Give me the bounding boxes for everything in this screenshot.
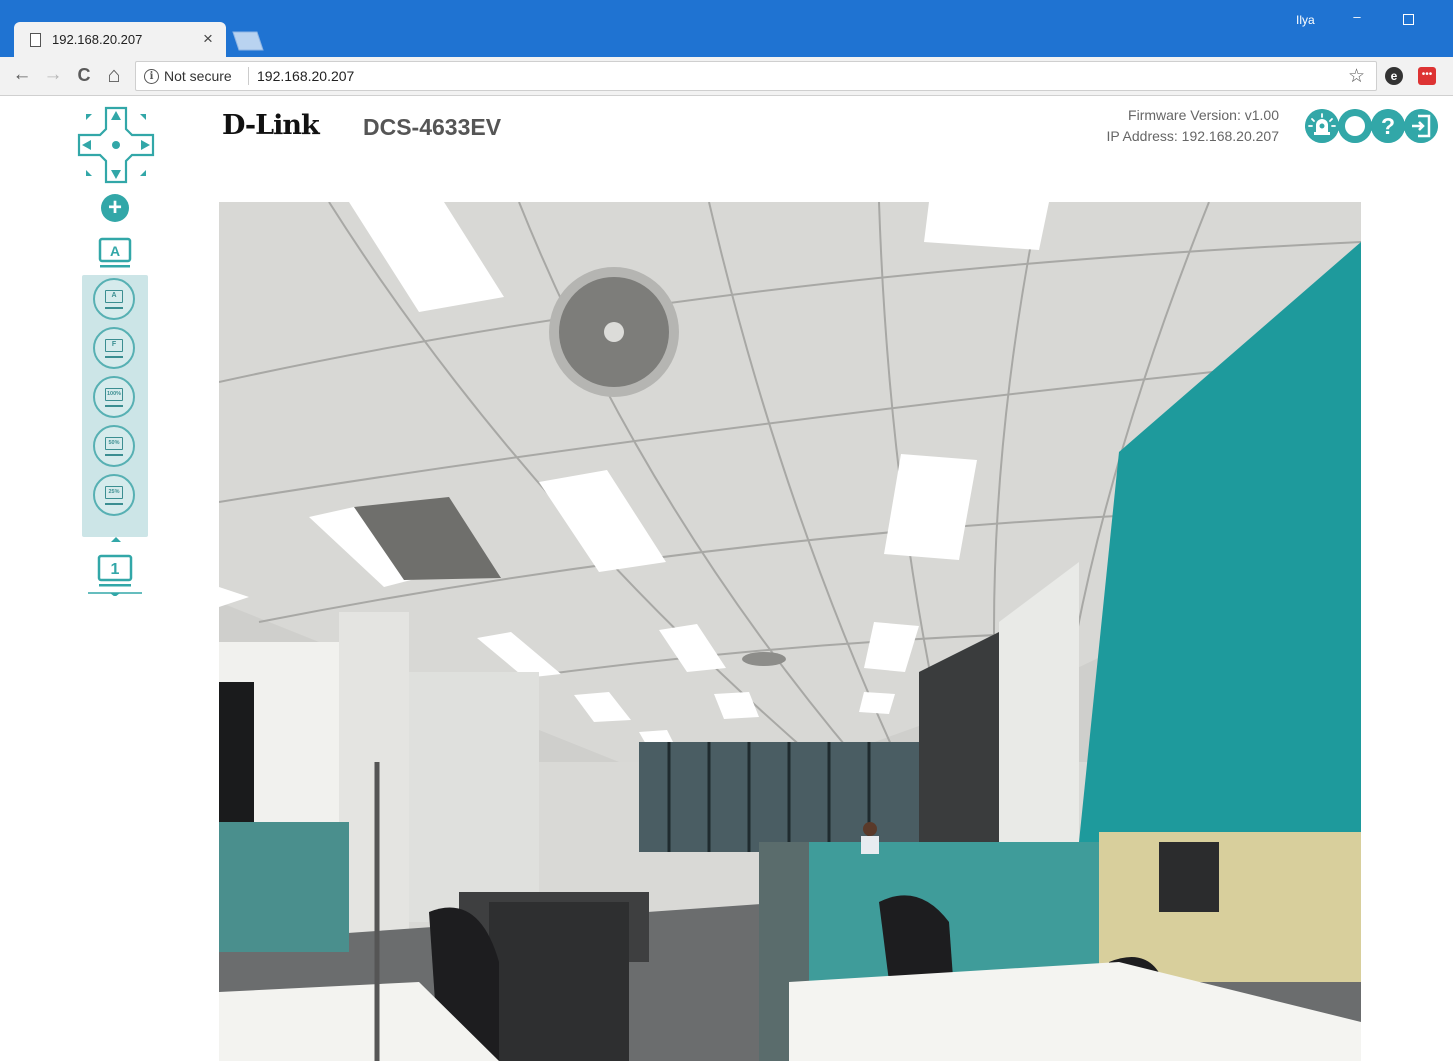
camera-model: DCS-4633EV [363,114,502,140]
svg-text:1: 1 [111,561,120,578]
url-separator [248,67,249,85]
browser-tab[interactable]: 192.168.20.207 × [14,22,226,57]
home-button[interactable]: ⌂ [103,64,125,86]
display-100-button[interactable]: 100% [93,376,135,418]
pan-down-icon [111,170,121,179]
forward-button[interactable]: → [42,64,64,86]
monitor-icon: F [105,339,123,352]
page-icon [30,33,41,47]
zoom-in-button[interactable]: + [101,194,129,222]
bookmark-star-icon[interactable]: ☆ [1348,65,1365,88]
dlink-logo: D-Link [222,110,320,141]
svg-text:?: ? [1381,113,1395,139]
security-indicator[interactable]: Not secure [164,68,232,84]
logout-icon[interactable] [1404,109,1438,143]
maximize-button[interactable] [1397,12,1419,28]
info-icon[interactable]: i [144,69,159,84]
collapse-arrow-icon[interactable] [111,537,121,542]
minimize-button[interactable]: – [1342,10,1372,28]
display-fit-button[interactable]: F [93,327,135,369]
ptz-home-icon [112,141,120,149]
tab-close-button[interactable]: × [200,29,216,49]
maximize-icon [1402,14,1414,25]
channel-select-icon[interactable]: 1 [88,548,142,596]
help-icon[interactable]: ? [1371,109,1405,143]
lastpass-extension-icon[interactable]: ••• [1418,67,1436,85]
live-video-feed[interactable] [219,202,1361,1061]
alarm-icon[interactable] [1305,109,1339,143]
profile-name[interactable]: Ilya [1296,13,1315,27]
url-text[interactable]: 192.168.20.207 [257,68,354,84]
monitor-icon: 25% [105,486,123,499]
svg-text:A: A [110,243,120,259]
monitor-icon: 50% [105,437,123,450]
pan-right-icon [141,140,150,150]
display-mode-auto-icon[interactable]: A [98,237,132,269]
back-button[interactable]: ← [11,64,33,86]
ip-address: IP Address: 192.168.20.207 [1106,128,1279,144]
tab-title: 192.168.20.207 [52,32,143,47]
new-tab-button[interactable] [229,31,265,51]
browser-titlebar: 192.168.20.207 × Ilya – [0,0,1453,57]
display-25-button[interactable]: 25% [93,474,135,516]
pan-up-icon [111,111,121,120]
ghostery-extension-icon[interactable]: e [1385,67,1403,85]
ptz-control-pad[interactable] [76,105,156,185]
reload-button[interactable]: C [73,64,95,86]
display-auto-button[interactable]: A [93,278,135,320]
browser-toolbar: ← → C ⌂ i Not secure 192.168.20.207 ☆ e … [0,57,1453,96]
address-bar[interactable]: i Not secure 192.168.20.207 ☆ [135,61,1377,91]
display-50-button[interactable]: 50% [93,425,135,467]
monitor-icon: A [105,290,123,303]
pan-left-icon [82,140,91,150]
monitor-icon: 100% [105,388,123,401]
snapshot-icon[interactable] [1338,109,1372,143]
firmware-version: Firmware Version: v1.00 [1128,107,1279,123]
display-mode-panel: A F 100% 50% 25% [82,275,148,537]
